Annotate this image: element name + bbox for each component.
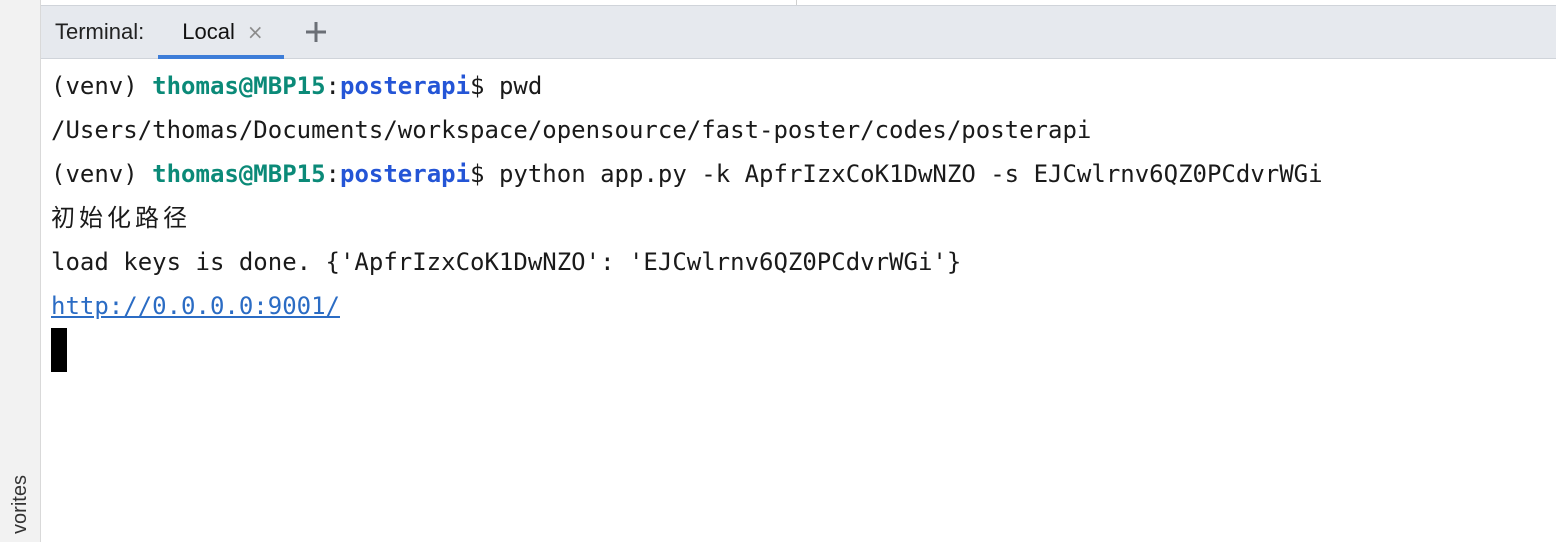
terminal-line-prompt: (venv) thomas@MBP15:posterapi$ pwd bbox=[51, 64, 1556, 108]
plus-icon bbox=[305, 22, 326, 42]
server-url-link[interactable]: http://0.0.0.0:9001/ bbox=[51, 292, 340, 320]
prompt-user-host: thomas@MBP15 bbox=[152, 160, 326, 188]
prompt-separator: : bbox=[325, 160, 340, 188]
prompt-directory: posterapi bbox=[340, 160, 471, 188]
tab-local-label: Local bbox=[182, 19, 235, 44]
favorites-tool-tab-label: vorites bbox=[8, 475, 31, 534]
command-text: pwd bbox=[498, 72, 543, 100]
venv-prefix: (venv) bbox=[51, 160, 153, 188]
favorites-tool-tab[interactable]: vorites bbox=[2, 458, 38, 538]
venv-prefix: (venv) bbox=[51, 72, 153, 100]
new-terminal-button[interactable] bbox=[302, 18, 330, 46]
text-cursor bbox=[51, 328, 67, 372]
terminal-output[interactable]: (venv) thomas@MBP15:posterapi$ pwd /User… bbox=[41, 59, 1556, 542]
prompt-separator: : bbox=[325, 72, 340, 100]
prompt-symbol: $ bbox=[470, 72, 499, 100]
terminal-line-prompt: (venv) thomas@MBP15:posterapi$ python ap… bbox=[51, 152, 1556, 196]
terminal-tool-label: Terminal: bbox=[55, 19, 145, 44]
terminal-line-cursor bbox=[51, 328, 1556, 372]
prompt-directory: posterapi bbox=[340, 72, 471, 100]
command-text: python app.py -k ApfrIzxCoK1DwNZO -s EJC… bbox=[498, 160, 1323, 188]
left-tool-strip: vorites bbox=[0, 0, 41, 542]
prompt-user-host: thomas@MBP15 bbox=[152, 72, 326, 100]
terminal-line-output: 初始化路径 bbox=[51, 204, 191, 232]
terminal-line-link: http://0.0.0.0:9001/ bbox=[51, 284, 1556, 328]
prompt-symbol: $ bbox=[470, 160, 499, 188]
terminal-line-output: /Users/thomas/Documents/workspace/openso… bbox=[51, 116, 1092, 144]
ide-window: vorites Terminal: Local × (venv) thomas@… bbox=[0, 0, 1556, 542]
close-icon[interactable]: × bbox=[247, 22, 264, 42]
terminal-line-output: load keys is done. {'ApfrIzxCoK1DwNZO': … bbox=[51, 248, 962, 276]
terminal-tab-bar: Terminal: Local × bbox=[41, 5, 1556, 59]
tab-local[interactable]: Local × bbox=[158, 5, 284, 59]
